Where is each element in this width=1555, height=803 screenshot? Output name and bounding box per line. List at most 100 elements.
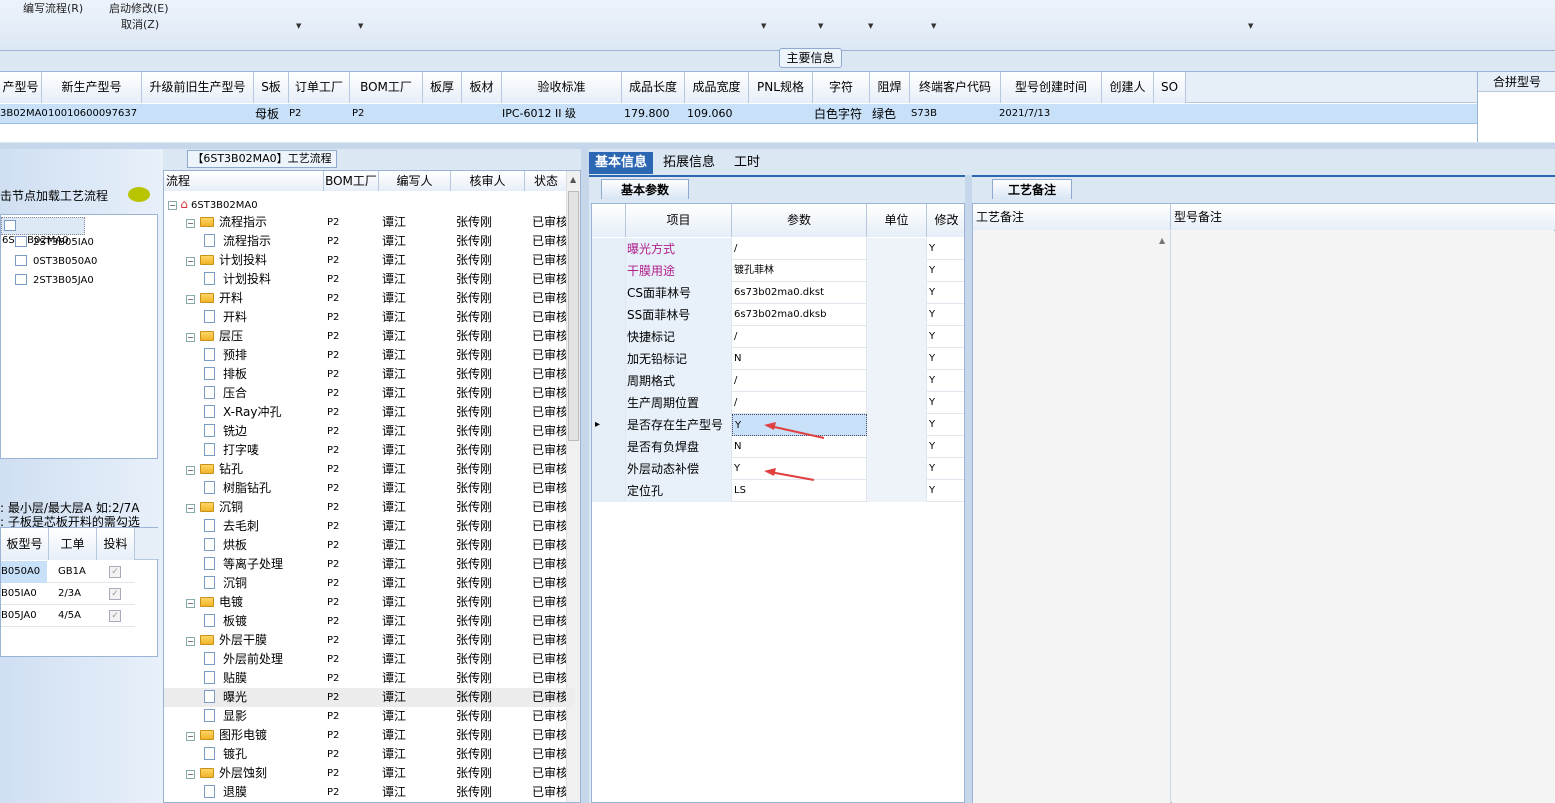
flow-row[interactable]: 去毛刺 P2 谭江 张传刚 已审核 xyxy=(164,517,574,536)
col-header[interactable]: 终端客户代码 xyxy=(910,72,1001,103)
flow-row[interactable]: 计划投料 P2 谭江 张传刚 已审核 xyxy=(164,270,574,289)
checkbox[interactable]: ✓ xyxy=(109,610,121,622)
row-indicator[interactable] xyxy=(592,392,626,414)
param-modify[interactable]: Y xyxy=(927,282,964,304)
col-header[interactable]: 核审人 xyxy=(451,171,525,191)
param-modify[interactable]: Y xyxy=(927,370,964,392)
row-indicator[interactable] xyxy=(592,326,626,348)
checkbox[interactable]: ✓ xyxy=(109,566,121,578)
param-unit[interactable] xyxy=(867,326,927,348)
param-unit[interactable] xyxy=(867,480,927,502)
flow-row[interactable]: − 电镀 P2 谭江 张传刚 已审核 xyxy=(164,593,574,612)
param-unit[interactable] xyxy=(867,414,927,436)
row-indicator[interactable]: ▸ xyxy=(592,414,626,436)
flow-row[interactable]: 树脂钻孔 P2 谭江 张传刚 已审核 xyxy=(164,479,574,498)
param-modify[interactable]: Y xyxy=(927,392,964,414)
row-indicator[interactable] xyxy=(592,480,626,502)
row-indicator[interactable] xyxy=(592,370,626,392)
flow-row[interactable]: 压合 P2 谭江 张传刚 已审核 xyxy=(164,384,574,403)
collapse-icon[interactable]: − xyxy=(186,257,195,266)
flow-row[interactable]: − 外层干膜 P2 谭江 张传刚 已审核 xyxy=(164,631,574,650)
col-header[interactable]: 工艺备注 xyxy=(973,204,1171,230)
param-modify[interactable]: Y xyxy=(927,238,964,260)
flow-row[interactable]: 打字唛 P2 谭江 张传刚 已审核 xyxy=(164,441,574,460)
table-row[interactable]: 3B02MA0 10010600097637 母板 P2 P2 IPC-6012… xyxy=(0,104,1477,124)
row-indicator[interactable] xyxy=(592,458,626,480)
remark-tab[interactable]: 工艺备注 xyxy=(992,179,1072,199)
collapse-icon[interactable]: − xyxy=(186,466,195,475)
flow-row[interactable]: 镀孔 P2 谭江 张传刚 已审核 xyxy=(164,745,574,764)
collapse-icon[interactable]: − xyxy=(186,599,195,608)
param-unit[interactable] xyxy=(867,260,927,282)
param-row[interactable]: 周期格式 / Y xyxy=(592,370,964,392)
col-header[interactable]: 新生产型号 xyxy=(42,72,142,103)
tree-node[interactable]: 2ST3B05IA0 xyxy=(1,236,94,254)
flow-row[interactable]: 铣边 P2 谭江 张传刚 已审核 xyxy=(164,422,574,441)
col-header[interactable]: BOM工厂 xyxy=(350,72,423,103)
collapse-icon[interactable]: − xyxy=(186,219,195,228)
collapse-icon[interactable]: − xyxy=(186,333,195,342)
param-unit[interactable] xyxy=(867,436,927,458)
table-row[interactable]: B050A0 GB1A ✓ xyxy=(1,561,135,583)
splitter-vertical[interactable] xyxy=(581,149,589,803)
col-header[interactable]: 成品长度 xyxy=(622,72,685,103)
flow-row[interactable]: 排板 P2 谭江 张传刚 已审核 xyxy=(164,365,574,384)
flow-row[interactable]: − 开料 P2 谭江 张传刚 已审核 xyxy=(164,289,574,308)
param-unit[interactable] xyxy=(867,304,927,326)
param-value[interactable]: / xyxy=(732,326,867,348)
flow-row[interactable]: − 沉铜 P2 谭江 张传刚 已审核 xyxy=(164,498,574,517)
col-header[interactable]: 验收标准 xyxy=(502,72,622,103)
param-modify[interactable]: Y xyxy=(927,458,964,480)
col-header[interactable]: 投料 xyxy=(97,528,135,560)
param-modify[interactable]: Y xyxy=(927,436,964,458)
row-indicator[interactable] xyxy=(592,304,626,326)
param-modify[interactable]: Y xyxy=(927,304,964,326)
flow-row[interactable]: X-Ray冲孔 P2 谭江 张传刚 已审核 xyxy=(164,403,574,422)
table-row[interactable]: B05JA0 4/5A ✓ xyxy=(1,605,135,627)
merge-model-header[interactable]: 合拼型号 xyxy=(1478,72,1555,92)
param-row[interactable]: 快捷标记 / Y xyxy=(592,326,964,348)
col-header[interactable]: 型号创建时间 xyxy=(1001,72,1102,103)
splitter-vertical[interactable] xyxy=(965,175,972,803)
row-indicator[interactable] xyxy=(592,260,626,282)
flow-row[interactable]: − 流程指示 P2 谭江 张传刚 已审核 xyxy=(164,213,574,232)
col-header[interactable]: 升级前旧生产型号 xyxy=(142,72,254,103)
cancel-menu[interactable]: 取消(Z) xyxy=(121,16,159,32)
col-header[interactable]: 工单 xyxy=(49,528,97,560)
col-header[interactable]: 状态 xyxy=(525,171,568,191)
tab-basic-info[interactable]: 基本信息 xyxy=(589,152,653,174)
param-modify[interactable]: Y xyxy=(927,326,964,348)
scroll-up-icon[interactable]: ▲ xyxy=(570,175,576,184)
param-unit[interactable] xyxy=(867,458,927,480)
flow-row[interactable]: 板镀 P2 谭江 张传刚 已审核 xyxy=(164,612,574,631)
param-row[interactable]: CS面菲林号 6s73b02ma0.dkst Y xyxy=(592,282,964,304)
col-header[interactable]: 板型号 xyxy=(1,528,49,560)
param-value[interactable]: 6s73b02ma0.dkst xyxy=(732,282,867,304)
tree-node[interactable]: 0ST3B050A0 xyxy=(1,255,97,273)
write-flow-menu[interactable]: 编写流程(R) xyxy=(23,0,83,16)
col-header[interactable]: 板厚 xyxy=(423,72,462,103)
collapse-icon[interactable]: − xyxy=(186,637,195,646)
flow-row[interactable]: − 图形电镀 P2 谭江 张传刚 已审核 xyxy=(164,726,574,745)
collapse-icon[interactable]: − xyxy=(186,732,195,741)
param-modify[interactable]: Y xyxy=(927,480,964,502)
col-header[interactable]: 成品宽度 xyxy=(685,72,749,103)
param-value[interactable]: 6s73b02ma0.dksb xyxy=(732,304,867,326)
collapse-icon[interactable]: − xyxy=(186,504,195,513)
param-row[interactable]: 生产周期位置 / Y xyxy=(592,392,964,414)
param-value[interactable]: N xyxy=(732,348,867,370)
dropdown-arrow-icon[interactable]: ▼ xyxy=(818,22,823,30)
param-unit[interactable] xyxy=(867,348,927,370)
tree-node[interactable]: 6ST3B02MA0 xyxy=(1,217,85,246)
flow-row[interactable]: 流程指示 P2 谭江 张传刚 已审核 xyxy=(164,232,574,251)
col-header[interactable]: 单位 xyxy=(867,204,927,237)
tab-work-hours[interactable]: 工时 xyxy=(729,152,765,174)
param-row[interactable]: 干膜用途 镀孔菲林 Y xyxy=(592,260,964,282)
col-header[interactable]: SO xyxy=(1154,72,1186,103)
col-header[interactable]: PNL规格 xyxy=(749,72,813,103)
dropdown-arrow-icon[interactable]: ▼ xyxy=(761,22,766,30)
subtab-basic-params[interactable]: 基本参数 xyxy=(601,179,689,199)
row-indicator[interactable] xyxy=(592,348,626,370)
col-header[interactable]: 参数 xyxy=(732,204,867,237)
tree-root[interactable]: − ⌂ 6ST3B02MA0 xyxy=(168,195,258,214)
